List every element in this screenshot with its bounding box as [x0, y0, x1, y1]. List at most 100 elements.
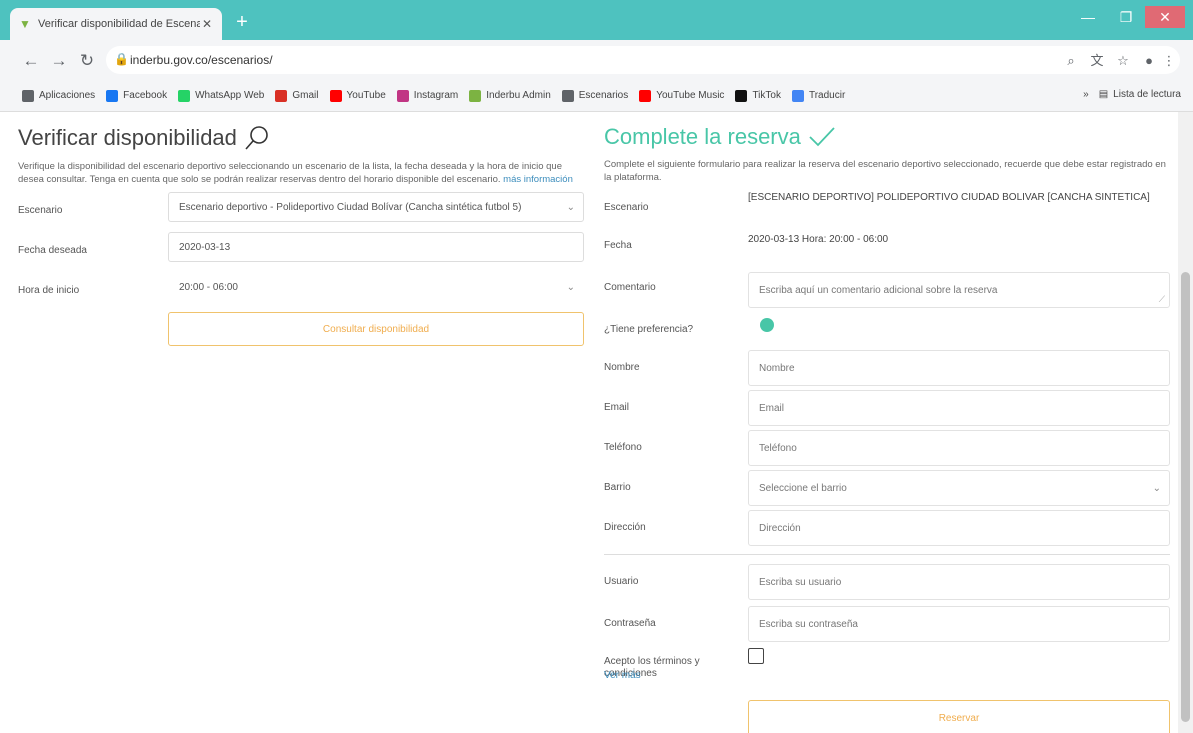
- zoom-icon[interactable]: ⌕: [1062, 52, 1080, 70]
- escenario-summary-value: [ESCENARIO DEPORTIVO] POLIDEPORTIVO CIUD…: [748, 192, 1150, 203]
- fecha-label: Fecha deseada: [18, 245, 87, 256]
- reading-list-icon: ▤: [1098, 89, 1109, 100]
- password-input[interactable]: Escriba su contraseña: [748, 606, 1170, 642]
- bookmark-item[interactable]: TikTok: [735, 89, 781, 102]
- availability-title-text: Verificar disponibilidad: [18, 125, 237, 150]
- preferente-label: ¿Tiene preferencia?: [604, 324, 694, 335]
- star-icon[interactable]: ☆: [1114, 52, 1132, 70]
- bookmark-item[interactable]: YouTube Music: [639, 89, 725, 102]
- address-bar-row: ← → ↻ 🔒 inderbu.gov.co/escenarios/ ⌕ 文 ☆…: [0, 40, 1193, 80]
- extension-icon[interactable]: ●: [1140, 52, 1158, 70]
- reservation-section: Complete la reserva Complete el siguient…: [604, 112, 1170, 733]
- bookmark-item[interactable]: Traducir: [791, 89, 845, 102]
- reserve-button-label: Reservar: [938, 712, 980, 724]
- page-scrollbar[interactable]: [1178, 112, 1193, 733]
- close-window-icon[interactable]: ✕: [1145, 6, 1185, 28]
- lock-icon: 🔒: [114, 52, 129, 66]
- usuario-input[interactable]: Escriba su usuario: [748, 564, 1170, 600]
- bookmark-icon: [396, 89, 409, 102]
- reservation-title: Complete la reserva: [604, 124, 1170, 150]
- direccion-input[interactable]: Dirección: [748, 510, 1170, 546]
- chevron-right-icon[interactable]: »: [1083, 89, 1089, 100]
- site-favicon-icon: ▼: [19, 17, 31, 31]
- reservation-title-text: Complete la reserva: [604, 124, 801, 149]
- bookmark-item[interactable]: Gmail: [275, 89, 319, 102]
- hora-select[interactable]: 20:00 - 06:00 ⌄: [168, 272, 584, 302]
- hora-select-value: 20:00 - 06:00: [179, 281, 238, 293]
- bookmark-icon: [329, 89, 342, 102]
- chevron-down-icon: ⌄: [566, 201, 575, 213]
- bookmark-item[interactable]: Facebook: [106, 89, 167, 102]
- nombre-input[interactable]: Nombre: [748, 350, 1170, 386]
- telefono-input[interactable]: Teléfono: [748, 430, 1170, 466]
- bookmark-label: Escenarios: [578, 90, 629, 101]
- hora-label: Hora de inicio: [18, 285, 80, 296]
- escenario-label: Escenario: [18, 205, 63, 216]
- bookmark-label: YouTube: [346, 90, 386, 101]
- tab-title: Verificar disponibilidad de Escenar: [38, 18, 200, 30]
- browser-titlebar: ▼ Verificar disponibilidad de Escenar ✕ …: [0, 0, 1193, 40]
- email-input[interactable]: Email: [748, 390, 1170, 426]
- forward-icon[interactable]: →: [48, 50, 70, 72]
- fecha-input[interactable]: 2020-03-13: [168, 232, 584, 262]
- terms-checkbox[interactable]: [748, 648, 764, 664]
- password-label: Contraseña: [604, 618, 656, 629]
- bookmarks-bar: Aplicaciones Facebook WhatsApp Web Gmail You…: [0, 80, 1193, 112]
- escenario-select[interactable]: Escenario deportivo - Polideportivo Ciud…: [168, 192, 584, 222]
- resize-handle-icon[interactable]: ⟋: [1159, 294, 1165, 305]
- email-label: Email: [604, 402, 630, 413]
- check-availability-label: Consultar disponibilidad: [322, 323, 430, 335]
- reading-list-label: Lista de lectura: [1113, 89, 1181, 100]
- bookmark-label: Aplicaciones: [39, 90, 96, 101]
- password-placeholder: Escriba su contraseña: [759, 618, 858, 630]
- terms-link[interactable]: Ver más: [604, 670, 734, 682]
- bookmark-item[interactable]: WhatsApp Web: [178, 89, 264, 102]
- bookmark-item[interactable]: YouTube: [329, 89, 386, 102]
- bookmark-icon: [469, 89, 482, 102]
- telefono-placeholder: Teléfono: [759, 442, 797, 454]
- barrio-label: Barrio: [604, 482, 631, 493]
- comentario-textarea[interactable]: Escriba aquí un comentario adicional sob…: [748, 272, 1170, 308]
- check-availability-button[interactable]: Consultar disponibilidad: [168, 312, 584, 346]
- fecha-input-value: 2020-03-13: [179, 241, 231, 253]
- preferente-radio[interactable]: [760, 318, 774, 332]
- reading-list[interactable]: » ▤ Lista de lectura: [1083, 89, 1181, 100]
- bookmark-icon: [561, 89, 574, 102]
- chevron-down-icon: ⌄: [1152, 482, 1161, 494]
- bookmark-icon: [791, 89, 804, 102]
- bookmark-item[interactable]: Aplicaciones: [22, 89, 96, 102]
- new-tab-button[interactable]: +: [232, 12, 252, 32]
- reserve-button[interactable]: Reservar: [748, 700, 1170, 733]
- browser-tab[interactable]: ▼ Verificar disponibilidad de Escenar ✕: [10, 8, 222, 40]
- bookmark-label: YouTube Music: [656, 90, 725, 101]
- availability-description: Verifique la disponibilidad del escenari…: [18, 160, 588, 186]
- menu-icon[interactable]: ⋮: [1160, 52, 1178, 70]
- more-info-link[interactable]: más información: [503, 174, 573, 185]
- escenario-summary-label: Escenario: [604, 202, 649, 213]
- maximize-icon[interactable]: ❐: [1111, 6, 1141, 28]
- bookmark-label: Inderbu Admin: [486, 90, 551, 101]
- nombre-label: Nombre: [604, 362, 640, 373]
- scrollbar-thumb[interactable]: [1181, 272, 1190, 722]
- reservation-description: Complete el siguiente formulario para re…: [604, 159, 1166, 183]
- fecha-summary-value: 2020-03-13 Hora: 20:00 - 06:00: [748, 234, 889, 245]
- tab-close-icon[interactable]: ✕: [200, 17, 214, 31]
- bookmark-item[interactable]: Instagram: [396, 89, 459, 102]
- fecha-summary-label: Fecha: [604, 240, 632, 251]
- bookmark-icon: [639, 89, 652, 102]
- chevron-down-icon: ⌄: [566, 281, 575, 293]
- reload-icon[interactable]: ↻: [76, 50, 98, 72]
- barrio-select[interactable]: Seleccione el barrio ⌄: [748, 470, 1170, 506]
- translate-icon[interactable]: 文: [1088, 52, 1106, 70]
- bookmark-label: TikTok: [752, 90, 781, 101]
- back-icon[interactable]: ←: [20, 50, 42, 72]
- bookmark-icon: [22, 89, 34, 102]
- direccion-label: Dirección: [604, 522, 646, 533]
- bookmark-item[interactable]: Escenarios: [561, 89, 629, 102]
- barrio-select-value: Seleccione el barrio: [759, 482, 847, 494]
- search-icon: [245, 126, 268, 150]
- minimize-icon[interactable]: —: [1073, 6, 1103, 28]
- bookmark-label: Instagram: [413, 90, 459, 101]
- url-bar[interactable]: 🔒 inderbu.gov.co/escenarios/ ⌕ 文 ☆ ● ⋮: [106, 46, 1180, 74]
- bookmark-item[interactable]: Inderbu Admin: [469, 89, 551, 102]
